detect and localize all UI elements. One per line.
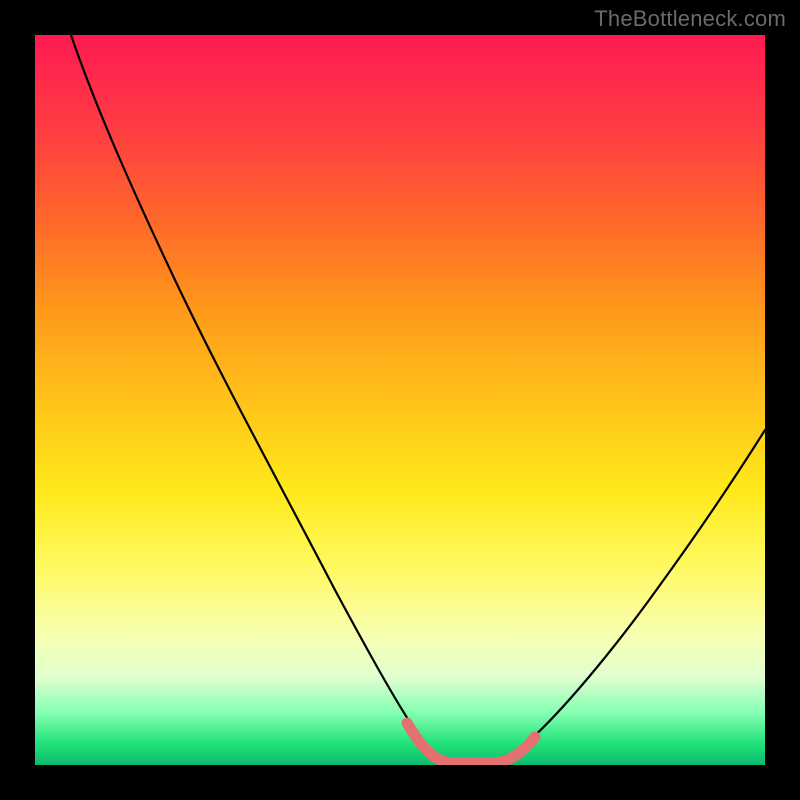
plot-area [35, 35, 765, 765]
curve-layer [35, 35, 765, 765]
bottleneck-curve [71, 35, 765, 761]
chart-frame: TheBottleneck.com [0, 0, 800, 800]
optimal-range-highlight [407, 723, 535, 763]
watermark-label: TheBottleneck.com [594, 6, 786, 32]
